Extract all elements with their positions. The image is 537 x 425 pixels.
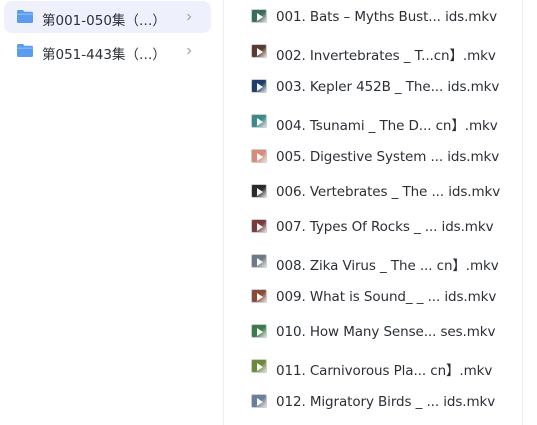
video-thumbnail-icon bbox=[251, 44, 267, 58]
folder-item-001-050[interactable]: 第001-050集（…） bbox=[4, 1, 211, 33]
panel-divider-right bbox=[522, 0, 523, 425]
file-row[interactable]: 004. Tsunami _ The D... cn】.mkv bbox=[224, 105, 522, 140]
video-thumbnail-icon bbox=[251, 9, 267, 23]
file-row[interactable]: 007. Types Of Rocks _ ... ids.mkv bbox=[224, 210, 522, 245]
chevron-right-icon bbox=[187, 13, 192, 21]
file-row[interactable]: 001. Bats – Myths Bust... ids.mkv bbox=[224, 0, 522, 35]
folder-sidebar: 第001-050集（…） 第051-443集（…） bbox=[0, 0, 222, 425]
file-name: 001. Bats – Myths Bust... ids.mkv bbox=[276, 9, 497, 25]
chevron-right-icon bbox=[187, 47, 192, 55]
file-name: 009. What is Sound_ _ ... ids.mkv bbox=[276, 289, 497, 305]
file-name: 004. Tsunami _ The D... cn】.mkv bbox=[276, 118, 498, 134]
file-name: 005. Digestive System ... ids.mkv bbox=[276, 149, 500, 165]
file-row[interactable]: 009. What is Sound_ _ ... ids.mkv bbox=[224, 280, 522, 315]
file-name: 008. Zika Virus _ The ... cn】.mkv bbox=[276, 258, 499, 274]
file-row[interactable]: 011. Carnivorous Pla... cn】.mkv bbox=[224, 350, 522, 385]
file-list: 001. Bats – Myths Bust... ids.mkv 002. I… bbox=[224, 0, 522, 425]
video-thumbnail-icon bbox=[251, 114, 267, 128]
file-row[interactable]: 008. Zika Virus _ The ... cn】.mkv bbox=[224, 245, 522, 280]
folder-item-051-443[interactable]: 第051-443集（…） bbox=[4, 35, 211, 67]
folder-label: 第001-050集（…） bbox=[42, 13, 166, 29]
video-thumbnail-icon bbox=[251, 219, 267, 233]
video-thumbnail-icon bbox=[251, 254, 267, 268]
file-row[interactable]: 002. Invertebrates _ T...cn】.mkv bbox=[224, 35, 522, 70]
video-thumbnail-icon bbox=[251, 149, 267, 163]
folder-label: 第051-443集（…） bbox=[42, 47, 166, 63]
video-thumbnail-icon bbox=[251, 184, 267, 198]
video-thumbnail-icon bbox=[251, 289, 267, 303]
file-name: 006. Vertebrates _ The ... ids.mkv bbox=[276, 184, 501, 200]
file-name: 010. How Many Sense... ses.mkv bbox=[276, 324, 496, 340]
file-row[interactable]: 005. Digestive System ... ids.mkv bbox=[224, 140, 522, 175]
file-row[interactable]: 010. How Many Sense... ses.mkv bbox=[224, 315, 522, 350]
file-row[interactable]: 012. Migratory Birds _ ... ids.mkv bbox=[224, 385, 522, 420]
file-name: 003. Kepler 452B _ The... ids.mkv bbox=[276, 79, 500, 95]
folder-icon bbox=[17, 10, 33, 23]
file-name: 012. Migratory Birds _ ... ids.mkv bbox=[276, 394, 496, 410]
file-name: 007. Types Of Rocks _ ... ids.mkv bbox=[276, 219, 494, 235]
file-name: 002. Invertebrates _ T...cn】.mkv bbox=[276, 48, 496, 64]
file-name: 011. Carnivorous Pla... cn】.mkv bbox=[276, 363, 493, 379]
file-row[interactable]: 003. Kepler 452B _ The... ids.mkv bbox=[224, 70, 522, 105]
video-thumbnail-icon bbox=[251, 394, 267, 408]
file-row[interactable]: 006. Vertebrates _ The ... ids.mkv bbox=[224, 175, 522, 210]
video-thumbnail-icon bbox=[251, 359, 267, 373]
folder-icon bbox=[17, 44, 33, 57]
video-thumbnail-icon bbox=[251, 79, 267, 93]
video-thumbnail-icon bbox=[251, 324, 267, 338]
